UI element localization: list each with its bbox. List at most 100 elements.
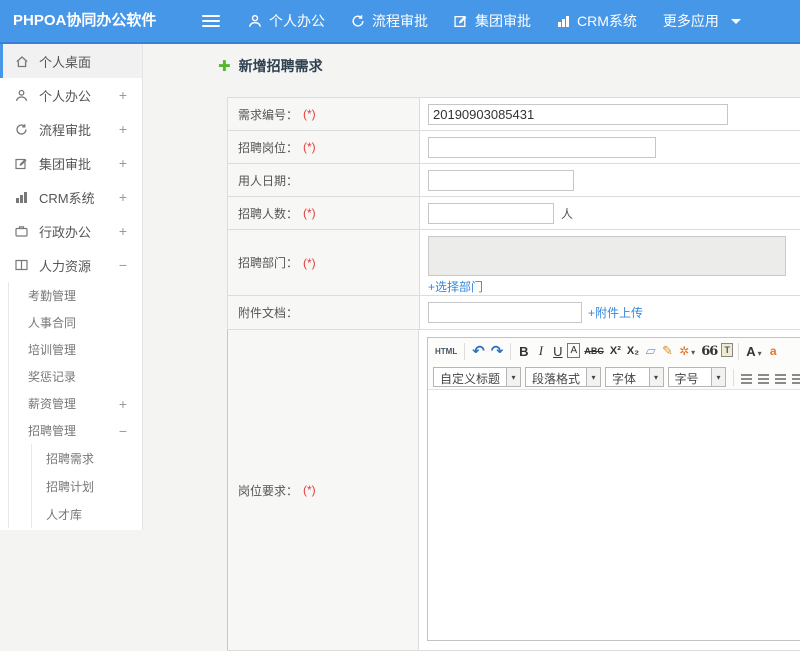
editor-font-family-select[interactable]: 字体 (605, 367, 663, 387)
align-center-icon (758, 374, 769, 384)
nav-personal-office[interactable]: 个人办公 (248, 11, 325, 31)
sidebar-item-personal-office[interactable]: 个人办公 + (0, 78, 142, 112)
bar-chart-icon (557, 15, 570, 27)
caret-down-icon (506, 368, 520, 386)
editor-heading-select[interactable]: 自定义标题 (433, 367, 521, 387)
expand-icon[interactable]: − (119, 257, 127, 273)
field-label: 岗位要求： (238, 482, 298, 499)
field-label: 招聘人数： (238, 205, 298, 222)
attachment-upload-link[interactable]: +附件上传 (588, 304, 643, 321)
editor-superscript-button[interactable]: X² (608, 341, 623, 361)
edit-icon (15, 157, 32, 170)
hr-submenu: 考勤管理 人事合同 培训管理 奖惩记录 薪资管理 + 招聘管理 − 招聘需求 招… (8, 282, 142, 528)
editor-blockquote-button[interactable]: 66 (699, 341, 719, 361)
editor-paste-text-button[interactable]: T (721, 343, 733, 357)
nav-label: 集团审批 (475, 11, 531, 31)
editor-toolbar-row2: 自定义标题 段落格式 字体 字号 (428, 364, 800, 390)
position-input[interactable] (428, 137, 656, 158)
editor-strikethrough-button[interactable]: ABC (582, 341, 606, 361)
workflow-icon (351, 14, 365, 28)
select-department-link[interactable]: +选择部门 (428, 278, 483, 295)
nav-label: 个人办公 (269, 11, 325, 31)
sidebar-item-rewards[interactable]: 奖惩记录 (9, 363, 142, 390)
editor-italic-button[interactable]: I (533, 341, 548, 361)
sidebar-item-talent-pool[interactable]: 人才库 (32, 500, 142, 528)
recruitment-form: 需求编号： (*) 招聘岗位： (*) 用人日期： (227, 97, 800, 651)
sidebar-item-recruit-demand[interactable]: 招聘需求 (32, 444, 142, 472)
editor-font-color-button[interactable]: A (744, 341, 763, 361)
briefcase-icon (15, 225, 32, 237)
person-icon (15, 89, 32, 102)
nav-more-apps[interactable]: 更多应用 (663, 11, 741, 31)
top-nav: 个人办公 流程审批 集团审批 CRM系统 更多应用 (248, 0, 767, 42)
attachment-input[interactable] (428, 302, 582, 323)
editor-align-center-button[interactable] (756, 369, 771, 389)
editor-align-justify-button[interactable] (790, 369, 800, 389)
editor-fontname-button[interactable]: A (567, 343, 580, 358)
expand-icon[interactable]: + (119, 121, 127, 137)
nav-group-approval[interactable]: 集团审批 (454, 11, 531, 31)
editor-remove-format-button[interactable]: ▱ (643, 341, 658, 361)
expand-icon[interactable]: − (119, 423, 127, 439)
sidebar-item-recruitment[interactable]: 招聘管理 − (9, 417, 142, 444)
edit-icon (454, 14, 468, 28)
sidebar-item-hr-contract[interactable]: 人事合同 (9, 309, 142, 336)
editor-subscript-button[interactable]: X₂ (625, 341, 641, 361)
sidebar-item-salary[interactable]: 薪资管理 + (9, 390, 142, 417)
sidebar-item-human-resources[interactable]: 人力资源 − (0, 248, 142, 282)
department-textarea[interactable] (428, 236, 786, 276)
editor-align-left-button[interactable] (739, 369, 754, 389)
editor-font-size-select[interactable]: 字号 (668, 367, 726, 387)
editor-quick-format-button[interactable]: ✎ (660, 341, 675, 361)
toolbar-separator (510, 343, 511, 360)
caret-down-icon (586, 368, 600, 386)
editor-highlight-button[interactable]: a (766, 341, 781, 361)
page-title-bar: ✚ 新增招聘需求 (218, 56, 323, 76)
sidebar-item-recruit-plan[interactable]: 招聘计划 (32, 472, 142, 500)
editor-bold-button[interactable]: B (516, 341, 531, 361)
add-icon: ✚ (218, 59, 231, 74)
sidebar-item-attendance[interactable]: 考勤管理 (9, 282, 142, 309)
sidebar-item-personal-desktop[interactable]: 个人桌面 (0, 44, 142, 78)
rich-text-editor: HTML ↶ ↷ B I U A ABC X² X₂ ▱ ✎ (427, 337, 800, 641)
workflow-icon (15, 123, 32, 136)
toolbar-separator (464, 343, 465, 360)
headcount-input[interactable] (428, 203, 554, 224)
expand-icon[interactable]: + (119, 396, 127, 412)
nav-label: 更多应用 (663, 11, 719, 31)
sidebar-item-group-approval[interactable]: 集团审批 + (0, 146, 142, 180)
sidebar-item-training[interactable]: 培训管理 (9, 336, 142, 363)
form-row-demand-no: 需求编号： (*) (228, 98, 800, 131)
sidebar-item-crm-system[interactable]: CRM系统 + (0, 180, 142, 214)
align-left-icon (741, 374, 752, 384)
form-row-hire-date: 用人日期： (228, 164, 800, 197)
sidebar-item-workflow-approval[interactable]: 流程审批 + (0, 112, 142, 146)
demand-no-input[interactable] (428, 104, 728, 125)
caret-down-icon (689, 344, 695, 358)
editor-source-button[interactable]: HTML (433, 341, 459, 361)
editor-content-area[interactable] (428, 390, 800, 640)
required-marker: (*) (303, 256, 316, 270)
editor-format-painter-button[interactable]: ✲ (677, 341, 697, 361)
expand-icon[interactable]: + (119, 87, 127, 103)
nav-label: 流程审批 (372, 11, 428, 31)
editor-underline-button[interactable]: U (550, 341, 565, 361)
menu-toggle-icon[interactable] (202, 15, 220, 28)
hire-date-input[interactable] (428, 170, 574, 191)
sidebar-item-admin-office[interactable]: 行政办公 + (0, 214, 142, 248)
nav-workflow-approval[interactable]: 流程审批 (351, 11, 428, 31)
toolbar-separator (738, 343, 739, 360)
editor-undo-button[interactable]: ↶ (470, 341, 487, 361)
expand-icon[interactable]: + (119, 223, 127, 239)
editor-redo-button[interactable]: ↷ (489, 341, 506, 361)
expand-icon[interactable]: + (119, 155, 127, 171)
editor-paragraph-select[interactable]: 段落格式 (525, 367, 601, 387)
main-content: ✚ 新增招聘需求 需求编号： (*) 招聘岗位： (*) 用人日期： (144, 44, 800, 530)
expand-icon[interactable]: + (119, 189, 127, 205)
book-icon (15, 259, 32, 271)
field-label: 招聘岗位： (238, 139, 298, 156)
nav-crm-system[interactable]: CRM系统 (557, 11, 637, 31)
form-row-headcount: 招聘人数： (*) 人 (228, 197, 800, 230)
editor-align-right-button[interactable] (773, 369, 788, 389)
field-label: 附件文档： (238, 304, 298, 321)
